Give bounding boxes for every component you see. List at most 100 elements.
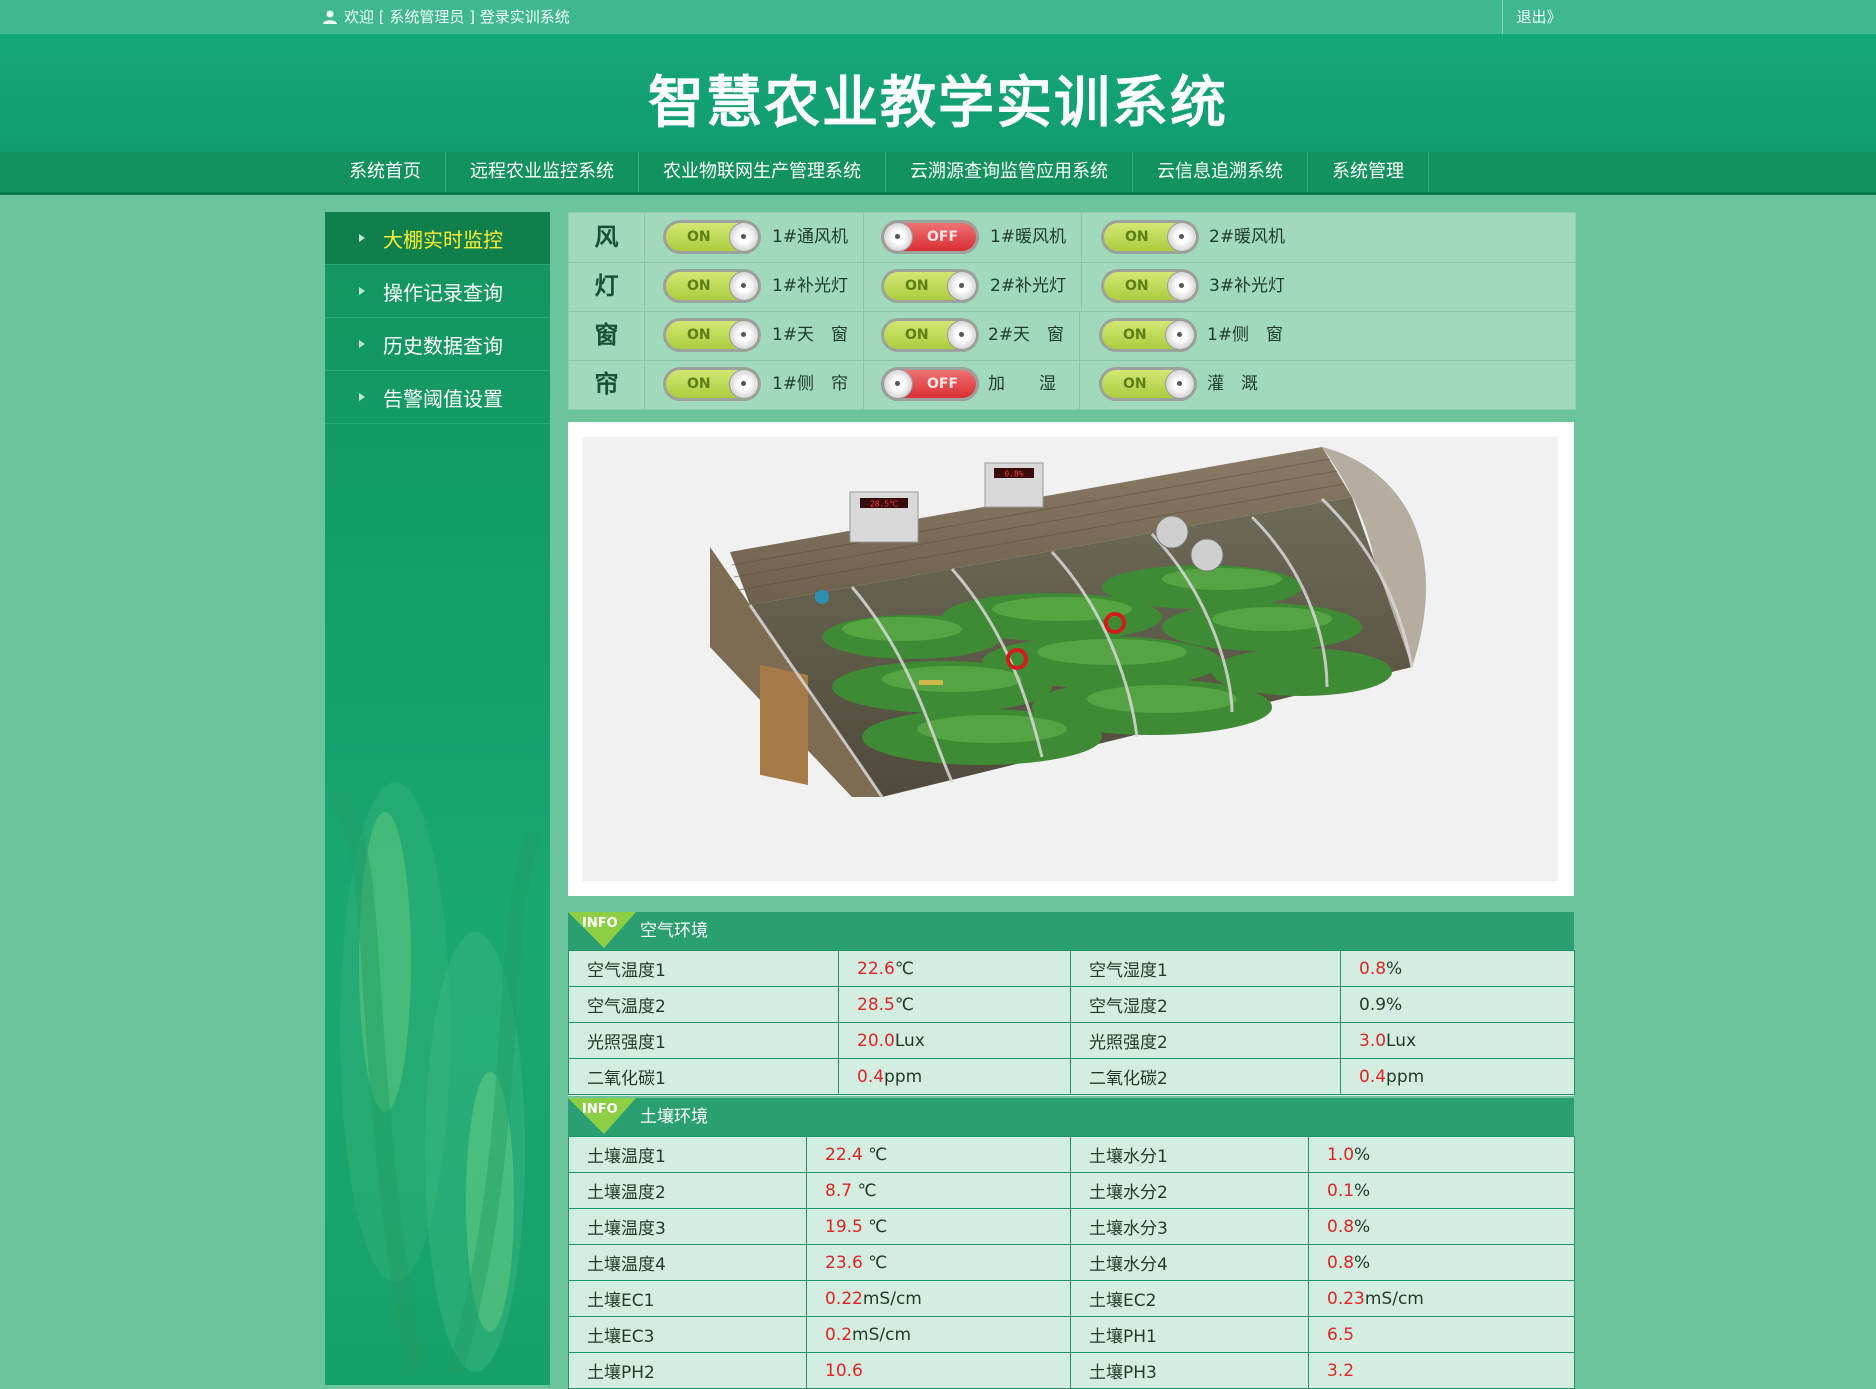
metric-label: 土壤EC2 [1070, 1280, 1309, 1317]
metric-number: 19.5 [825, 1216, 863, 1237]
toggle-switch[interactable]: OFF [881, 220, 979, 254]
nav-item-system-admin[interactable]: 系统管理 [1308, 152, 1429, 192]
switch-knob [730, 370, 758, 398]
control-row-light: 灯 ON 1#补光灯 ON 2#补光灯 ON 3#补光灯 [569, 262, 1575, 312]
metric-unit: Lux [894, 1030, 925, 1051]
toggle-switch[interactable]: ON [663, 367, 761, 401]
switch-state: OFF [927, 229, 959, 245]
device-cell: ON 1#天 窗 [645, 311, 864, 360]
info-tag-icon: INFO [568, 912, 636, 948]
logout-link[interactable]: 退出》 [1502, 0, 1575, 34]
metric-value: 0.23mS/cm [1308, 1280, 1575, 1317]
table-row: 二氧化碳1 0.4ppm 二氧化碳2 0.4ppm [568, 1058, 1575, 1095]
metric-label: 二氧化碳2 [1070, 1058, 1341, 1095]
switch-knob [730, 321, 758, 349]
device-cell: ON 灌 溉 [1079, 360, 1301, 409]
metric-number: 0.2 [825, 1324, 853, 1345]
switch-knob [948, 321, 976, 349]
switch-state: ON [1125, 278, 1149, 294]
sidebar-item-label: 大棚实时监控 [383, 227, 503, 252]
switch-knob [1166, 370, 1194, 398]
metric-number: 10.6 [825, 1360, 863, 1381]
caret-right-icon [359, 393, 365, 401]
metric-value: 0.9% [1340, 986, 1575, 1023]
metric-label: 土壤水分4 [1070, 1244, 1309, 1281]
top-bar: 欢迎 [ 系统管理员 ] 登录实训系统 退出》 [0, 0, 1876, 34]
main-nav: 系统首页 远程农业监控系统 农业物联网生产管理系统 云溯源查询监管应用系统 云信… [0, 152, 1876, 195]
switch-knob [948, 272, 976, 300]
metric-unit: 0.9% [1359, 994, 1403, 1015]
toggle-switch[interactable]: ON [1101, 220, 1199, 254]
switch-state: ON [687, 376, 711, 392]
nav-item-cloud-info-trace[interactable]: 云信息追溯系统 [1133, 152, 1308, 192]
toggle-switch[interactable]: ON [663, 220, 761, 254]
sidebar-item-greenhouse-monitor[interactable]: 大棚实时监控 [325, 212, 550, 265]
device-name: 1#天 窗 [772, 325, 849, 345]
toggle-switch[interactable]: ON [663, 318, 761, 352]
switch-knob [1168, 223, 1196, 251]
device-cell: OFF 1#暖风机 [863, 213, 1082, 262]
metric-label: 空气湿度2 [1070, 986, 1341, 1023]
switch-knob [884, 223, 912, 251]
metric-number: 22.6 [857, 958, 895, 979]
device-name: 1#侧 窗 [1207, 325, 1284, 345]
metric-number: 20.0 [857, 1030, 895, 1051]
welcome-text: 欢迎 [ 系统管理员 ] 登录实训系统 [344, 8, 570, 26]
metric-label: 土壤水分2 [1070, 1172, 1309, 1209]
metric-label: 土壤水分1 [1070, 1136, 1309, 1173]
metric-unit: ℃ [894, 958, 914, 979]
category-label: 灯 [569, 262, 645, 311]
switch-state: ON [1123, 327, 1147, 343]
metric-number: 0.1 [1327, 1180, 1355, 1201]
user-icon [323, 10, 337, 24]
table-row: 光照强度1 20.0Lux 光照强度2 3.0Lux [568, 1022, 1575, 1059]
metric-number: 0.4 [1359, 1066, 1387, 1087]
metric-label: 土壤PH2 [568, 1352, 807, 1389]
switch-state: ON [687, 229, 711, 245]
metric-number: 28.5 [857, 994, 895, 1015]
metric-value: 3.2 [1308, 1352, 1575, 1389]
toggle-switch[interactable]: ON [1099, 367, 1197, 401]
table-row: 土壤温度2 8.7 ℃ 土壤水分2 0.1% [568, 1172, 1575, 1209]
metric-label: 空气湿度1 [1070, 950, 1341, 987]
metric-unit: % [1354, 1216, 1371, 1237]
switch-state: ON [1125, 229, 1149, 245]
table-row: 土壤EC1 0.22mS/cm 土壤EC2 0.23mS/cm [568, 1280, 1575, 1317]
nav-item-iot-production[interactable]: 农业物联网生产管理系统 [639, 152, 886, 192]
toggle-switch[interactable]: ON [1101, 269, 1199, 303]
greenhouse-image-frame: 28.5℃ 0.8% [568, 422, 1574, 896]
metric-number: 0.8 [1327, 1252, 1355, 1273]
metric-value: 6.5 [1308, 1316, 1575, 1353]
metric-label: 土壤水分3 [1070, 1208, 1309, 1245]
sidebar-item-alarm-threshold[interactable]: 告警阈值设置 [325, 371, 550, 424]
nav-item-home[interactable]: 系统首页 [325, 152, 446, 192]
sidebar-item-operation-log[interactable]: 操作记录查询 [325, 265, 550, 318]
toggle-switch[interactable]: ON [663, 269, 761, 303]
table-row: 土壤EC3 0.2mS/cm 土壤PH1 6.5 [568, 1316, 1575, 1353]
metric-unit: ℃ [862, 1252, 888, 1273]
switch-state: ON [687, 278, 711, 294]
metric-value: 0.22mS/cm [806, 1280, 1071, 1317]
metric-number: 1.0 [1327, 1144, 1355, 1165]
nav-item-remote-monitoring[interactable]: 远程农业监控系统 [446, 152, 639, 192]
toggle-switch[interactable]: ON [1099, 318, 1197, 352]
metric-label: 光照强度1 [568, 1022, 839, 1059]
switch-state: OFF [927, 376, 959, 392]
table-row: 土壤温度4 23.6 ℃ 土壤水分4 0.8% [568, 1244, 1575, 1281]
device-cell: ON 2#暖风机 [1081, 213, 1301, 262]
toggle-switch[interactable]: ON [881, 269, 979, 303]
metric-number: 0.23 [1327, 1288, 1365, 1309]
sidebar-item-history-data[interactable]: 历史数据查询 [325, 318, 550, 371]
metric-label: 空气温度2 [568, 986, 839, 1023]
table-row: 空气温度1 22.6℃ 空气湿度1 0.8% [568, 950, 1575, 987]
sidebar-item-label: 操作记录查询 [383, 280, 503, 305]
metric-unit: % [1354, 1252, 1371, 1273]
metric-value: 19.5 ℃ [806, 1208, 1071, 1245]
soil-data-table: 土壤温度1 22.4 ℃ 土壤水分1 1.0% 土壤温度2 8.7 ℃ 土壤水分… [568, 1136, 1575, 1389]
toggle-switch[interactable]: ON [881, 318, 979, 352]
metric-unit: ℃ [862, 1144, 888, 1165]
nav-item-cloud-trace-query[interactable]: 云溯源查询监管应用系统 [886, 152, 1133, 192]
metric-value: 0.8% [1340, 950, 1575, 987]
system-title: 智慧农业教学实训系统 [648, 71, 1228, 136]
toggle-switch[interactable]: OFF [881, 367, 979, 401]
